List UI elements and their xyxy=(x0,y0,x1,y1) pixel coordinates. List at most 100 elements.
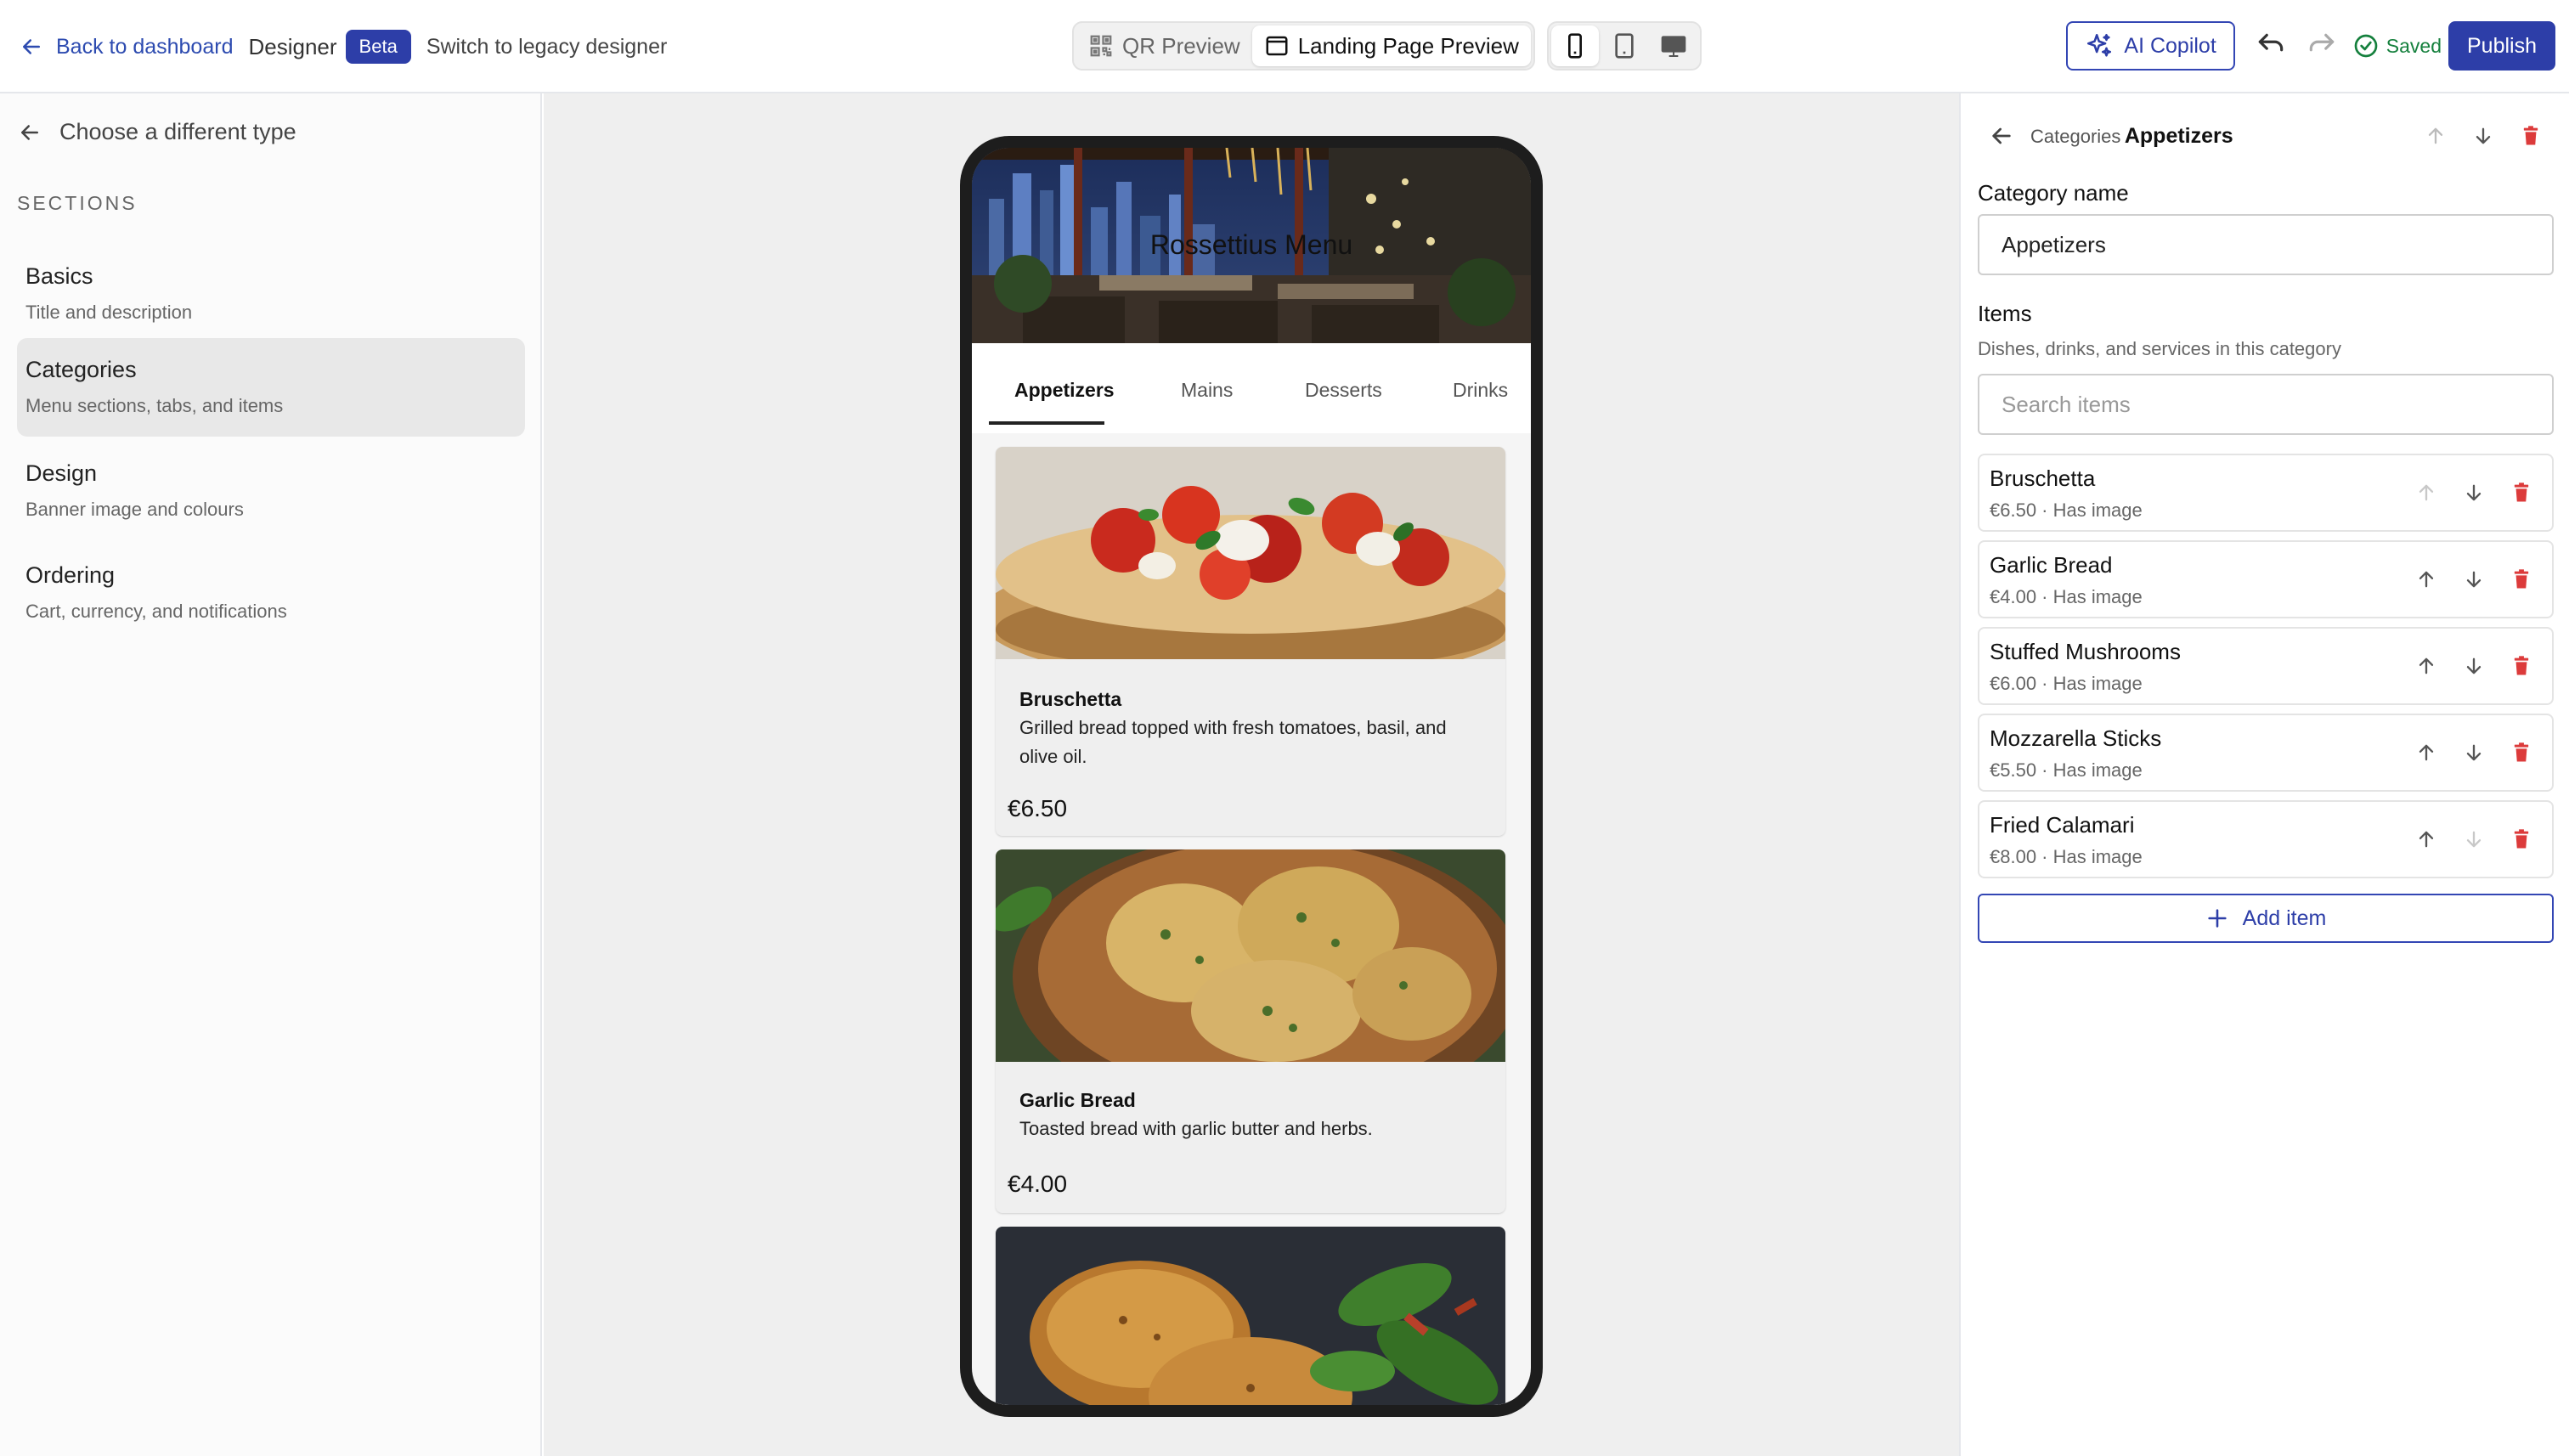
list-item-actions xyxy=(2409,822,2538,856)
list-item-meta: €6.50 · Has image xyxy=(1990,499,2143,521)
delete-item-button[interactable] xyxy=(2504,476,2538,510)
list-item-name: Fried Calamari xyxy=(1990,812,2135,838)
delete-item-button[interactable] xyxy=(2504,736,2538,770)
menu-tab-drinks[interactable]: Drinks xyxy=(1453,379,1508,402)
saved-label: Saved xyxy=(2386,34,2442,57)
beta-badge: Beta xyxy=(345,30,411,64)
trash-icon xyxy=(2514,569,2529,589)
ai-copilot-button[interactable]: AI Copilot xyxy=(2066,21,2235,71)
move-item-up-button[interactable] xyxy=(2409,476,2443,510)
preview-canvas: Rossettius Menu Appetizers Mains Dessert… xyxy=(544,93,1959,1456)
list-item-name: Bruschetta xyxy=(1990,466,2096,491)
landing-preview-label: Landing Page Preview xyxy=(1297,32,1519,59)
delete-item-button[interactable] xyxy=(2504,822,2538,856)
qr-code-icon xyxy=(1090,35,1112,57)
list-item-actions xyxy=(2409,736,2538,770)
category-list-item[interactable]: Bruschetta €6.50 · Has image xyxy=(1978,454,2554,532)
preview-controls: QR Preview Landing Page Preview xyxy=(1072,20,1702,71)
delete-item-button[interactable] xyxy=(2504,649,2538,683)
menu-item-card[interactable]: Bruschetta Grilled bread topped with fre… xyxy=(996,447,1505,836)
category-name-input[interactable] xyxy=(1978,214,2554,275)
category-list-item[interactable]: Fried Calamari €8.00 · Has image xyxy=(1978,800,2554,878)
menu-item-price: €6.50 xyxy=(1008,795,1068,821)
move-item-down-button[interactable] xyxy=(2457,476,2491,510)
list-item-meta: €5.50 · Has image xyxy=(1990,759,2143,781)
move-category-down-button[interactable] xyxy=(2467,119,2499,153)
phone-screen[interactable]: Rossettius Menu Appetizers Mains Dessert… xyxy=(972,148,1531,1405)
breadcrumb-categories[interactable]: Categories xyxy=(2030,126,2120,147)
section-design[interactable]: Design Banner image and colours xyxy=(17,442,525,540)
breadcrumb: Categories Appetizers xyxy=(2030,124,2233,149)
arrow-down-icon xyxy=(2476,127,2491,144)
move-item-up-button[interactable] xyxy=(2409,649,2443,683)
menu-item-card[interactable]: Garlic Bread Toasted bread with garlic b… xyxy=(996,849,1505,1213)
arrow-left-icon[interactable] xyxy=(1988,122,2015,150)
category-list-item[interactable]: Stuffed Mushrooms €6.00 · Has image xyxy=(1978,627,2554,705)
menu-title: Rossettius Menu xyxy=(1149,229,1353,260)
back-to-dashboard-link[interactable]: Back to dashboard xyxy=(19,34,233,59)
mobile-device-button[interactable] xyxy=(1550,25,1599,66)
menu-tab-desserts[interactable]: Desserts xyxy=(1305,379,1382,402)
sections-sidebar: Choose a different type SECTIONS Basics … xyxy=(0,93,542,1456)
move-category-up-button[interactable] xyxy=(2419,119,2452,153)
arrow-up-icon xyxy=(2419,484,2434,501)
move-item-down-button[interactable] xyxy=(2457,649,2491,683)
add-item-button[interactable]: Add item xyxy=(1978,894,2554,943)
move-item-down-button[interactable] xyxy=(2457,562,2491,596)
saved-status: Saved xyxy=(2352,32,2442,59)
list-item-actions xyxy=(2409,562,2538,596)
section-basics[interactable]: Basics Title and description xyxy=(17,245,525,343)
monitor-icon xyxy=(1661,36,1686,57)
qr-preview-tab[interactable]: QR Preview xyxy=(1076,25,1252,66)
redo-button[interactable] xyxy=(2296,21,2347,71)
section-subtitle: Title and description xyxy=(25,302,193,323)
qr-preview-label: QR Preview xyxy=(1122,32,1240,59)
sparkles-icon xyxy=(2087,33,2112,57)
top-bar-right: AI Copilot Saved Publish xyxy=(2066,20,2555,71)
delete-category-button[interactable] xyxy=(2515,119,2547,153)
section-categories[interactable]: Categories Menu sections, tabs, and item… xyxy=(17,338,525,437)
bruschetta-image xyxy=(996,447,1505,659)
redo-icon xyxy=(2309,33,2335,52)
section-title: Basics xyxy=(25,263,93,289)
ai-copilot-label: AI Copilot xyxy=(2124,33,2216,58)
list-item-actions xyxy=(2409,649,2538,683)
move-item-down-button[interactable] xyxy=(2457,736,2491,770)
section-ordering[interactable]: Ordering Cart, currency, and notificatio… xyxy=(17,544,525,642)
undo-icon xyxy=(2258,33,2284,52)
category-list-item[interactable]: Garlic Bread €4.00 · Has image xyxy=(1978,540,2554,618)
section-subtitle: Cart, currency, and notifications xyxy=(25,601,287,622)
active-tab-indicator xyxy=(989,421,1104,425)
category-list-item[interactable]: Mozzarella Sticks €5.50 · Has image xyxy=(1978,714,2554,792)
move-item-down-button[interactable] xyxy=(2457,822,2491,856)
add-item-label: Add item xyxy=(2242,906,2327,930)
menu-category-tabs: Appetizers Mains Desserts Drinks xyxy=(972,343,1531,433)
tablet-device-button[interactable] xyxy=(1601,25,1648,66)
menu-tab-mains[interactable]: Mains xyxy=(1181,379,1233,402)
arrow-left-icon xyxy=(23,39,40,54)
switch-legacy-link[interactable]: Switch to legacy designer xyxy=(426,35,667,59)
arrow-up-icon xyxy=(2419,657,2434,674)
search-items-input[interactable] xyxy=(1978,374,2554,435)
list-item-meta: €8.00 · Has image xyxy=(1990,846,2143,867)
choose-type-link[interactable]: Choose a different type xyxy=(17,119,296,145)
desktop-device-button[interactable] xyxy=(1650,25,1697,66)
move-item-up-button[interactable] xyxy=(2409,822,2443,856)
delete-item-button[interactable] xyxy=(2504,562,2538,596)
landing-preview-tab[interactable]: Landing Page Preview xyxy=(1251,25,1531,66)
menu-item-card[interactable] xyxy=(996,1227,1505,1405)
menu-banner: Rossettius Menu xyxy=(972,148,1531,343)
garlic-bread-image xyxy=(996,849,1505,1062)
move-item-up-button[interactable] xyxy=(2409,562,2443,596)
phone-icon xyxy=(1567,33,1582,59)
stuffed-mushrooms-image xyxy=(996,1227,1505,1405)
browser-window-icon xyxy=(1266,36,1288,56)
items-subtitle: Dishes, drinks, and services in this cat… xyxy=(1978,338,2341,359)
device-toggle xyxy=(1546,21,1702,71)
phone-frame: Rossettius Menu Appetizers Mains Dessert… xyxy=(960,136,1543,1417)
move-item-up-button[interactable] xyxy=(2409,736,2443,770)
undo-button[interactable] xyxy=(2245,21,2296,71)
publish-button[interactable]: Publish xyxy=(2448,21,2555,71)
arrow-down-icon xyxy=(2466,571,2481,588)
menu-tab-appetizers[interactable]: Appetizers xyxy=(1014,379,1115,402)
